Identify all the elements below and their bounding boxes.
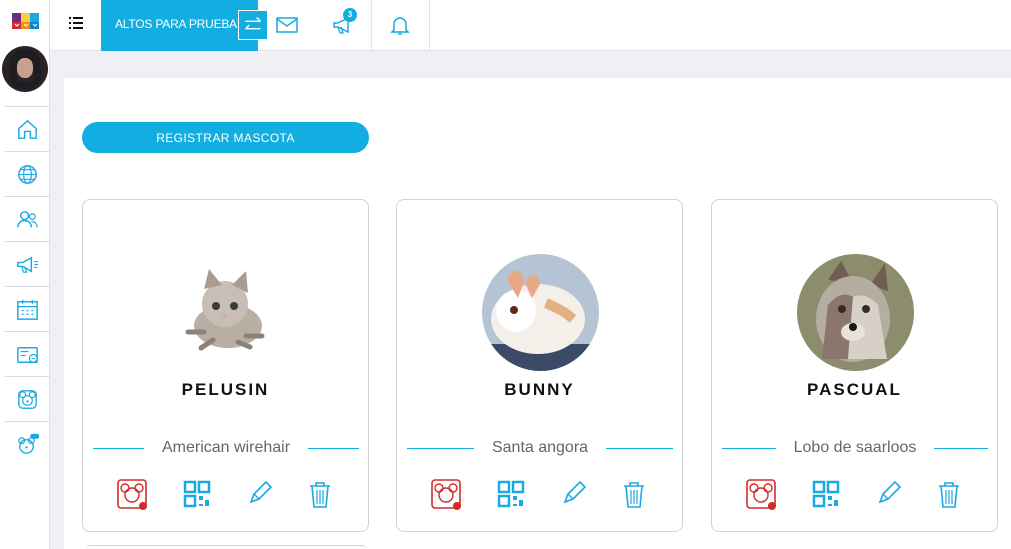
pet-photo [168, 254, 285, 371]
pet-card: PELUSIN American wirehair [82, 199, 369, 532]
id-card-icon [17, 346, 38, 363]
pet-breed: Lobo de saarloos [793, 439, 917, 456]
trash-icon[interactable] [933, 478, 965, 510]
pet-card: PASCUAL Lobo de saarloos [711, 199, 998, 532]
app-logo[interactable] [11, 12, 41, 30]
calendar-icon [17, 299, 38, 320]
swap-icon[interactable] [238, 10, 268, 40]
pet-name: BUNNY [504, 380, 575, 399]
sidebar-item-home[interactable] [5, 106, 50, 151]
qr-code-icon[interactable] [181, 478, 213, 510]
edit-icon[interactable] [243, 478, 275, 510]
sidebar-item-globe[interactable] [5, 151, 50, 196]
sidebar [0, 0, 50, 549]
pet-actions [745, 478, 965, 512]
pet-support-icon [18, 433, 40, 454]
pet-profile-icon[interactable] [116, 478, 148, 510]
qr-code-icon[interactable] [810, 478, 842, 510]
users-icon [17, 210, 38, 227]
pet-profile-icon[interactable] [430, 478, 462, 510]
edit-icon[interactable] [557, 478, 589, 510]
trash-icon[interactable] [304, 478, 336, 510]
sidebar-item-campaigns[interactable] [5, 241, 50, 286]
sidebar-item-calendar[interactable] [5, 286, 50, 331]
register-pet-button[interactable]: REGISTRAR MASCOTA [82, 122, 369, 153]
sidebar-item-pet-support[interactable] [5, 421, 50, 466]
edit-icon[interactable] [872, 478, 904, 510]
pet-name: PASCUAL [807, 380, 902, 399]
pet-breed: Santa angora [491, 439, 589, 456]
sidebar-item-pets[interactable] [5, 376, 50, 421]
pet-photo [797, 254, 914, 371]
pet-card: BUNNY Santa angora [396, 199, 683, 532]
sidebar-item-users[interactable] [5, 196, 50, 241]
pet-actions [116, 478, 336, 512]
next-card-edge [86, 545, 366, 549]
pet-actions [430, 478, 650, 512]
pet-name: PELUSIN [181, 380, 270, 399]
mail-icon[interactable] [275, 13, 299, 37]
trash-icon[interactable] [618, 478, 650, 510]
topbar-divider [371, 0, 372, 51]
pet-breed-row: American wirehair [93, 438, 360, 458]
pet-icon [18, 389, 37, 409]
bell-icon[interactable] [388, 13, 412, 37]
topbar-divider [429, 0, 430, 51]
user-avatar[interactable] [2, 46, 48, 92]
home-icon [18, 119, 37, 139]
sidebar-nav [5, 106, 50, 466]
pet-profile-icon[interactable] [745, 478, 777, 510]
pet-photo [482, 254, 599, 371]
topbar: ALTOS PARA PRUEBA 3 [50, 0, 1011, 51]
megaphone-icon [17, 256, 39, 273]
pets-panel: REGISTRAR MASCOTA PELUSIN American wireh… [64, 78, 1011, 549]
globe-icon [18, 164, 37, 184]
pet-breed-row: Lobo de saarloos [722, 438, 989, 458]
qr-code-icon[interactable] [495, 478, 527, 510]
company-selector[interactable]: ALTOS PARA PRUEBA [101, 0, 258, 51]
sidebar-item-id-card[interactable] [5, 331, 50, 376]
menu-icon[interactable] [68, 15, 84, 31]
notification-badge: 3 [343, 8, 357, 22]
pet-breed-row: Santa angora [407, 438, 674, 458]
pet-breed: American wirehair [161, 439, 291, 456]
